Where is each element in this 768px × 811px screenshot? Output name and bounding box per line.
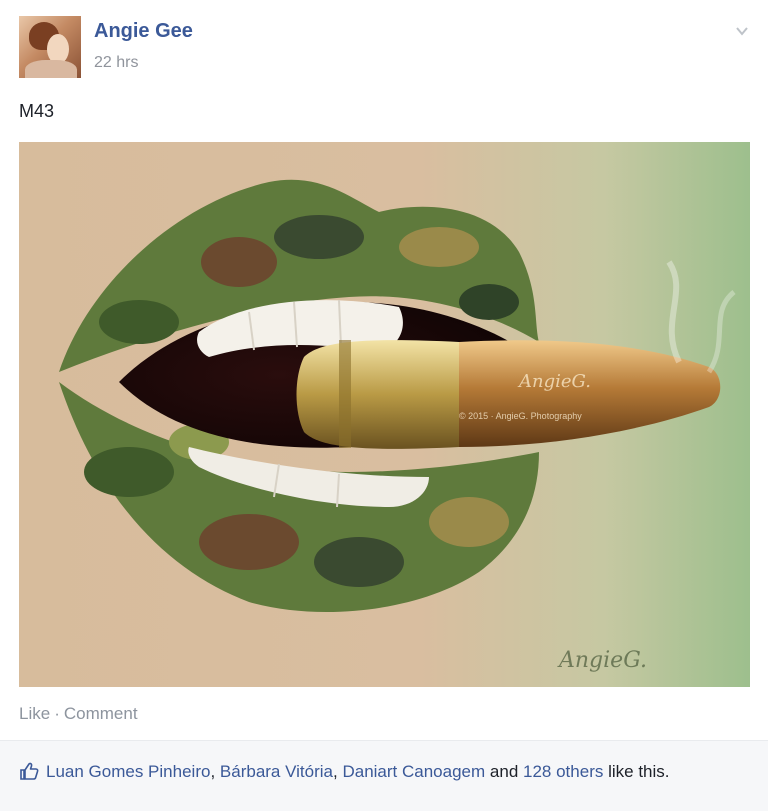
liker-name[interactable]: Luan Gomes Pinheiro <box>46 762 210 781</box>
post-text: M43 <box>19 101 55 121</box>
comment-link[interactable]: Comment <box>64 704 138 723</box>
post-photo[interactable]: AngieG. © 2015 · AngieG. Photography Ang… <box>19 142 750 687</box>
liker-name[interactable]: Bárbara Vitória <box>220 762 333 781</box>
post-timestamp[interactable]: 22 hrs <box>94 54 138 72</box>
photo-watermark: AngieG. <box>517 371 591 392</box>
likes-and: and <box>489 762 519 781</box>
liker-name[interactable]: Daniart Canoagem <box>342 762 485 781</box>
avatar[interactable] <box>19 16 81 78</box>
thumbs-up-icon <box>19 761 39 781</box>
author-name[interactable]: Angie Gee <box>94 20 193 43</box>
likes-summary: Luan Gomes Pinheiro, Bárbara Vitória, Da… <box>0 740 768 811</box>
facebook-post: Angie Gee 22 hrs M43 AngieG. © 2015 · An… <box>0 0 768 811</box>
likes-text: Luan Gomes Pinheiro, Bárbara Vitória, Da… <box>46 762 670 781</box>
likes-suffix: like this. <box>608 762 670 781</box>
chevron-down-icon[interactable] <box>735 24 749 38</box>
post-header: Angie Gee 22 hrs <box>19 16 749 80</box>
photo-watermark-credit: © 2015 · AngieG. Photography <box>459 411 582 421</box>
photo-signature: AngieG. <box>557 648 647 673</box>
post-actions: Like · Comment <box>19 704 138 724</box>
like-link[interactable]: Like <box>19 704 50 723</box>
actions-separator: · <box>54 704 60 723</box>
likes-others-link[interactable]: 128 others <box>523 762 603 781</box>
avatar-shoulder <box>25 60 77 78</box>
